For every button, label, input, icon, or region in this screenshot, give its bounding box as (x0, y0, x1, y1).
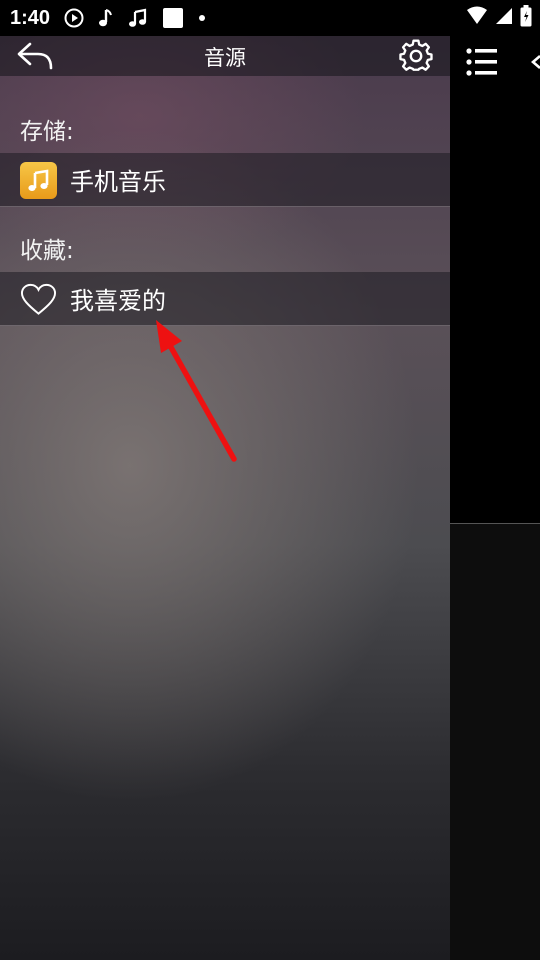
music-notes-icon (128, 8, 148, 28)
drawer-title: 音源 (204, 46, 246, 70)
play-circle-icon (64, 8, 84, 28)
signal-icon (494, 6, 514, 31)
heart-icon (20, 281, 57, 318)
list-icon[interactable] (466, 48, 498, 76)
right-panel (450, 36, 540, 960)
gear-icon (399, 39, 433, 71)
list-item-phone-music[interactable]: 手机音乐 (0, 153, 450, 207)
wifi-icon (466, 6, 488, 31)
settings-button[interactable] (398, 38, 434, 74)
annotation-arrow (156, 320, 237, 462)
storage-section-label: 存储: (20, 119, 74, 145)
music-app-icon (20, 162, 57, 199)
drawer-header: 音源 (0, 36, 450, 76)
favorites-section-label: 收藏: (20, 238, 74, 264)
music-note-icon (98, 8, 114, 28)
phone-music-label: 手机音乐 (70, 168, 166, 196)
status-time: 1:40 (10, 6, 51, 29)
dot-icon (198, 14, 206, 22)
battery-icon (520, 4, 532, 32)
back-arrow-icon[interactable] (528, 48, 540, 76)
square-icon (162, 7, 184, 29)
right-panel-lower (450, 524, 540, 960)
status-bar: 1:40 (0, 0, 540, 36)
audio-source-drawer: 音源 存储: 手机音乐 收藏: 我喜爱的 (0, 36, 450, 960)
